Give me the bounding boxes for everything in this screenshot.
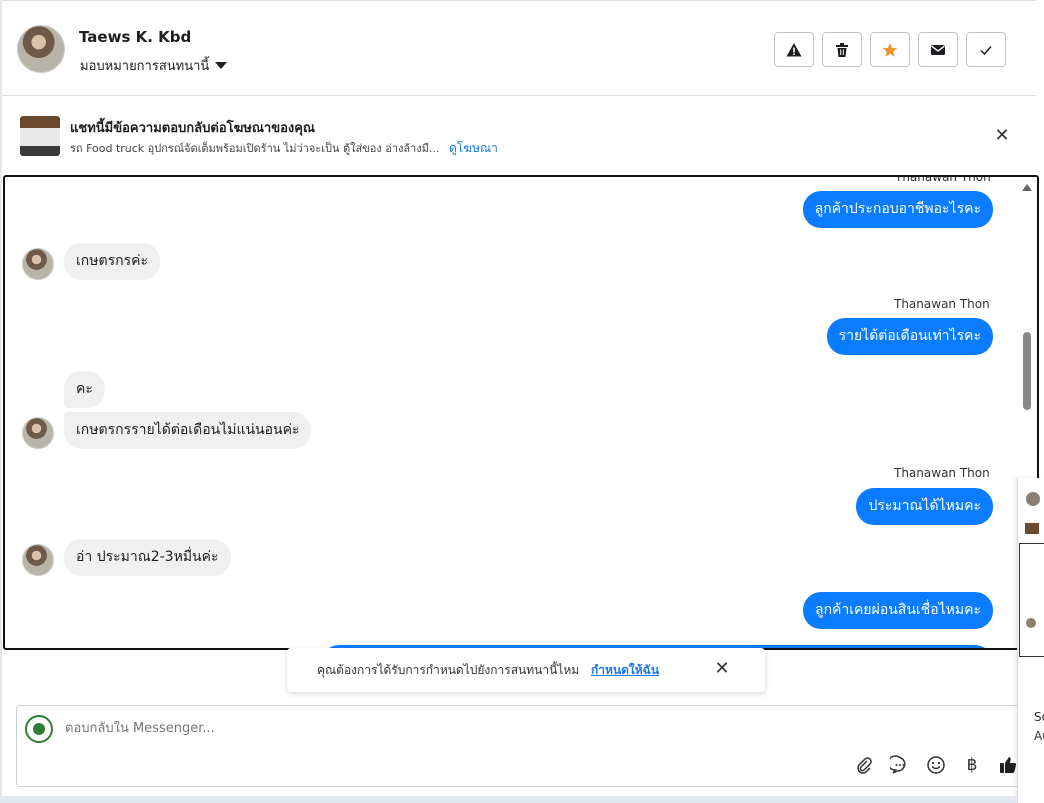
reply-input[interactable] [65, 721, 665, 736]
delete-button[interactable] [822, 32, 862, 67]
chevron-down-icon [215, 62, 228, 69]
edge-text: So [1034, 710, 1044, 724]
incoming-message[interactable]: เกษตรกรค่ะ [64, 243, 160, 280]
message-sender: Thanawan Thon [894, 297, 990, 311]
mark-unread-button[interactable] [918, 32, 958, 67]
bottom-strip [0, 796, 1017, 803]
ad-thumbnail-small [1025, 523, 1039, 534]
close-icon[interactable]: ✕ [712, 659, 732, 679]
header-actions [774, 32, 1006, 67]
side-chat-panel[interactable]: So Au [1017, 478, 1044, 803]
ad-description: รถ Food truck อุปกรณ์จัดเต็มพร้อมเปิดร้า… [70, 142, 440, 155]
close-icon[interactable]: ✕ [992, 126, 1012, 146]
conversation-header: Taews K. Kbd มอบหมายการสนทนานี้ [2, 0, 1036, 96]
composer-tools: ฿ [853, 754, 1019, 776]
ad-reply-banner: แชทนี้มีข้อความตอบกลับต่อโฆษณาของคุณ รถ … [2, 97, 1036, 175]
envelope-icon [931, 44, 945, 55]
warning-icon [786, 42, 802, 56]
outgoing-message[interactable]: ลูกค้าประกอบอาชีพอะไรคะ [802, 191, 993, 228]
contact-avatar[interactable] [17, 25, 65, 73]
scroll-up-arrow-icon[interactable] [1022, 184, 1032, 191]
page-avatar [25, 715, 53, 743]
smiley-icon [927, 756, 945, 774]
message-composer: ฿ [16, 705, 1026, 787]
avatar [1026, 618, 1036, 628]
attachment-button[interactable] [853, 754, 875, 776]
outgoing-message[interactable]: ประมาณได้ไหมคะ [856, 488, 993, 525]
incoming-message[interactable]: เกษตรกรรายได้ต่อเดือนไม่แน่นอนค่ะ [64, 412, 312, 449]
toast-text: คุณต้องการได้รับการกำหนดไปยังการสนทนานี้… [317, 663, 580, 677]
ad-banner-title: แชทนี้มีข้อความตอบกลับต่อโฆษณาของคุณ [70, 121, 315, 136]
outgoing-message[interactable]: ลูกค้าเคยผ่อนสินเชื่อไหมคะ [802, 592, 993, 629]
contact-name[interactable]: Taews K. Kbd [79, 28, 191, 46]
emoji-button[interactable] [925, 754, 947, 776]
saved-replies-button[interactable] [889, 754, 911, 776]
report-spam-button[interactable] [774, 32, 814, 67]
toast-message: คุณต้องการได้รับการกำหนดไปยังการสนทนานี้… [317, 661, 659, 680]
incoming-message[interactable]: อ่า ประมาณ2-3หมื่นค่ะ [64, 539, 231, 576]
contact-avatar-small [22, 248, 54, 280]
paperclip-icon [857, 757, 872, 774]
ad-thumbnail [20, 116, 60, 156]
like-button[interactable] [997, 754, 1019, 776]
assign-conversation-dropdown[interactable]: มอบหมายการสนทนานี้ [80, 55, 228, 76]
thumbs-up-icon [1000, 757, 1017, 773]
avatar [1026, 492, 1040, 506]
scrollbar-thumb[interactable] [1023, 332, 1031, 410]
mark-done-button[interactable] [966, 32, 1006, 67]
contact-avatar-small [22, 417, 54, 449]
assign-prompt-toast: คุณต้องการได้รับการกำหนดไปยังการสนทนานี้… [287, 648, 765, 692]
panel-frame [1019, 543, 1044, 657]
star-button[interactable] [870, 32, 910, 67]
trash-icon [836, 42, 848, 57]
chat-bubble-icon [890, 755, 906, 774]
message-sender: Thanawan Thon [894, 466, 990, 480]
contact-avatar-small [22, 544, 54, 576]
view-ad-link[interactable]: ดูโฆษณา [449, 141, 498, 155]
ad-banner-subtitle: รถ Food truck อุปกรณ์จัดเต็มพร้อมเปิดร้า… [70, 139, 498, 158]
message-sender: Thanawan Thon [895, 175, 991, 184]
outgoing-message[interactable]: รายได้ต่อเดือนเท่าไรคะ [826, 318, 993, 355]
incoming-message[interactable]: คะ [64, 371, 105, 408]
checkmark-icon [980, 45, 992, 55]
assign-to-me-link[interactable]: กำหนดให้ฉัน [591, 663, 659, 677]
assign-label: มอบหมายการสนทนานี้ [80, 59, 210, 74]
edge-text: Au [1034, 729, 1044, 743]
payment-button[interactable]: ฿ [961, 754, 983, 776]
star-icon [882, 42, 898, 57]
inbox-conversation-view: Taews K. Kbd มอบหมายการสนทนานี้ แชทนี้มี… [0, 0, 1044, 803]
message-thread[interactable]: Thanawan Thon ลูกค้าประกอบอาชีพอะไรคะ เก… [3, 175, 1039, 650]
